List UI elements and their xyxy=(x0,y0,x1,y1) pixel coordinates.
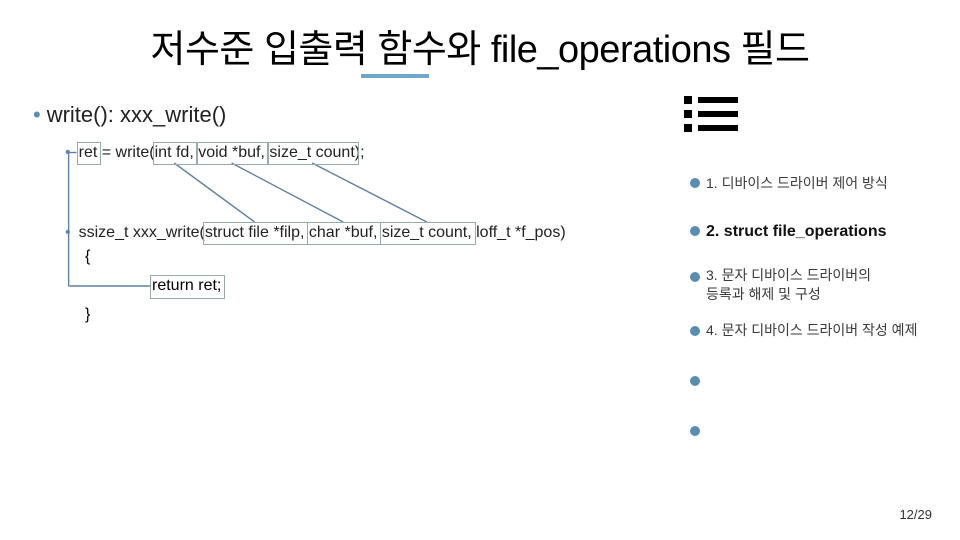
outline-dot-icon xyxy=(690,226,700,236)
outline-connector-line xyxy=(694,158,696,448)
highlight-box xyxy=(203,222,309,245)
slide: 저수준 입출력 함수와 file_operations 필드 •write():… xyxy=(0,0,960,540)
highlight-box xyxy=(267,142,358,165)
outline-item-3: 3. 문자 디바이스 드라이버의 등록과 해제 및 구성 xyxy=(706,266,871,304)
page-number: 12/29 xyxy=(899,507,932,522)
outline-dot-icon xyxy=(690,376,700,386)
highlight-box xyxy=(153,142,198,165)
highlight-box xyxy=(196,142,269,165)
txt: loff_t *f_pos) xyxy=(472,224,566,241)
highlight-box xyxy=(380,222,476,245)
outline-item-1: 1. 디바이스 드라이버 제어 방식 xyxy=(706,174,888,193)
txt: = write( xyxy=(97,144,154,161)
brace-open: { xyxy=(85,248,90,266)
list-icon xyxy=(684,96,738,136)
title-underline xyxy=(361,74,429,78)
bullet-dot-icon: • xyxy=(65,224,71,241)
outline-dot-icon xyxy=(690,272,700,282)
highlight-box xyxy=(77,142,102,165)
outline-dot-icon xyxy=(690,326,700,336)
bullet-dot-icon: • xyxy=(33,102,41,127)
outline-dot-icon xyxy=(690,426,700,436)
outline-item-4: 4. 문자 디바이스 드라이버 작성 예제 xyxy=(706,321,917,340)
highlight-box xyxy=(307,222,381,245)
outline-dot-icon xyxy=(690,178,700,188)
txt: ssize_t xxx_write( xyxy=(79,224,205,241)
highlight-box xyxy=(150,275,225,299)
outline-item-2: 2. struct file_operations xyxy=(706,221,887,243)
slide-title: 저수준 입출력 함수와 file_operations 필드 xyxy=(0,18,960,73)
brace-close: } xyxy=(85,306,90,324)
main-bullet-text: write(): xxx_write() xyxy=(47,102,227,127)
bullet-dot-icon: • xyxy=(65,144,71,161)
main-bullet: •write(): xxx_write() xyxy=(33,102,226,128)
